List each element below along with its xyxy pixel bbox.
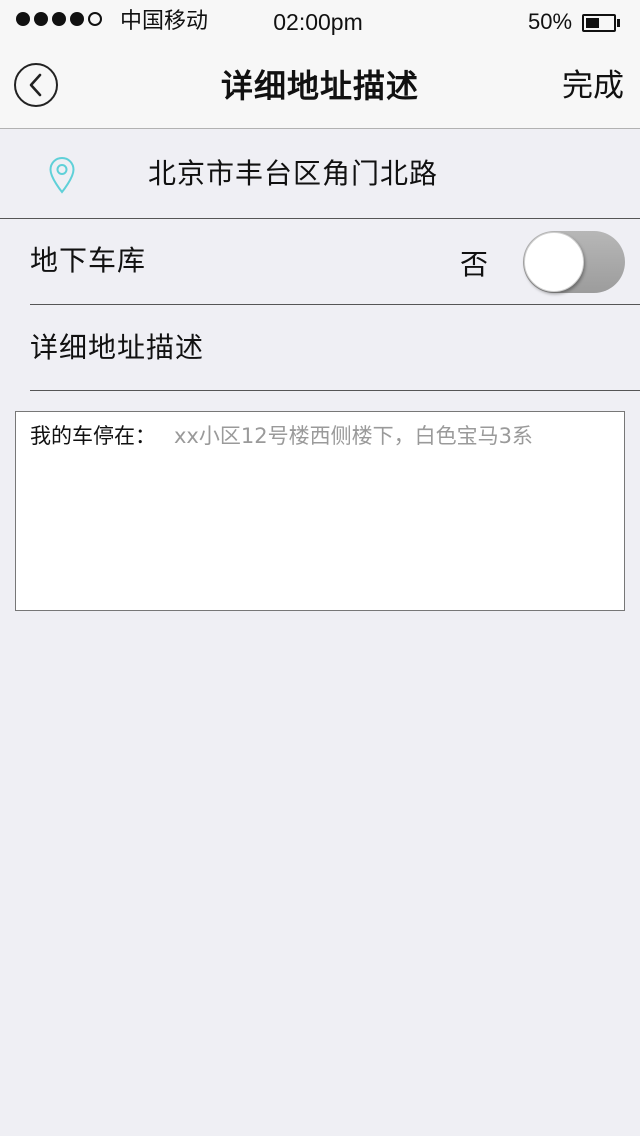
textarea-prefix: 我的车停在： <box>30 424 156 448</box>
garage-value: 否 <box>460 248 489 281</box>
underground-garage-row: 地下车库 否 <box>0 219 640 304</box>
screen: 中国移动 02:00pm 50% 详细地址描述 完成 北京市丰台区角门北路 地下… <box>0 0 640 1136</box>
navigation-bar: 详细地址描述 完成 <box>0 44 640 129</box>
battery-percent: 50% <box>528 9 573 34</box>
garage-label: 地下车库 <box>30 244 147 277</box>
divider <box>30 390 640 391</box>
page-title: 详细地址描述 <box>220 67 419 105</box>
battery-fill <box>586 18 599 28</box>
description-textarea[interactable]: 我的车停在： xx小区12号楼西侧楼下，白色宝马3系 <box>15 411 625 611</box>
battery-icon <box>582 14 616 32</box>
back-button[interactable] <box>14 63 58 107</box>
description-label: 详细地址描述 <box>30 331 205 364</box>
chevron-left-icon <box>29 73 42 97</box>
toggle-knob <box>524 232 584 292</box>
done-button[interactable]: 完成 <box>562 44 624 128</box>
map-pin-icon <box>49 156 75 194</box>
battery-tip <box>617 19 620 27</box>
status-time: 02:00pm <box>273 9 363 35</box>
location-row[interactable]: 北京市丰台区角门北路 <box>0 129 640 219</box>
status-bar: 中国移动 02:00pm 50% <box>0 0 640 44</box>
description-row: 详细地址描述 <box>0 305 640 390</box>
location-address: 北京市丰台区角门北路 <box>148 157 439 190</box>
textarea-placeholder: xx小区12号楼西侧楼下，白色宝马3系 <box>174 424 533 448</box>
garage-toggle[interactable] <box>523 231 625 293</box>
